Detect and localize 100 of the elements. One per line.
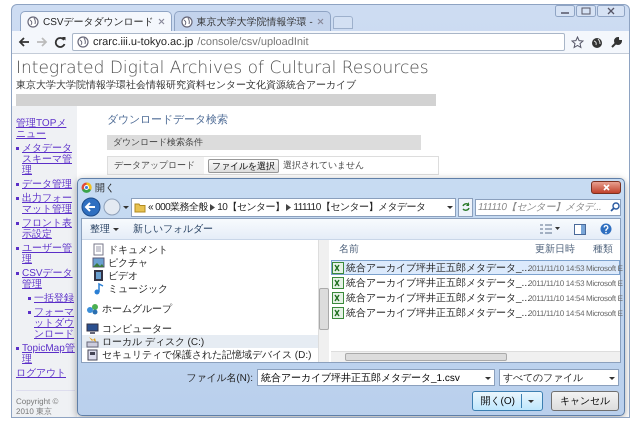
menu-link[interactable]: 管理TOPメニュー [16,118,75,140]
nav-item[interactable]: ホームグループ [82,302,318,315]
refresh-button[interactable] [458,198,473,216]
close-icon[interactable] [158,18,165,25]
page-heading: ダウンロードデータ検索 [107,112,229,127]
nav-item[interactable]: ミュージック [82,282,318,295]
star-icon[interactable] [571,36,584,48]
menu-link[interactable]: メタデータスキーマ管理 [22,143,75,176]
bullet-icon [16,272,19,275]
chevron-icon [210,204,216,210]
bullet-icon [28,297,31,300]
drive-icon [86,335,99,348]
menu-link[interactable]: データ管理 [22,179,72,190]
globe-icon[interactable] [590,36,604,48]
dropdown-icon[interactable] [447,205,453,209]
column-header[interactable]: 種類 [593,242,629,256]
nav-item[interactable]: コンピューター [82,322,318,335]
close-button[interactable] [591,181,621,194]
browser-tab[interactable]: CSVデータダウンロード [20,11,172,31]
column-header[interactable]: 名前 [339,242,535,256]
menu-link[interactable]: ユーザー管理 [22,243,75,265]
site-subtitle: 東京大学大学院情報学環社会情報研究資料センター文化資源統合アーカイブ [16,80,357,92]
nav-item[interactable]: ドキュメント [82,243,318,256]
bullet-icon [16,183,19,186]
reload-icon[interactable] [54,36,66,48]
search-icon [610,202,620,212]
choose-file-button[interactable]: ファイルを選択 [208,158,279,172]
menu-link[interactable]: フロント表示設定 [22,218,75,240]
open-button[interactable]: 開く(O) [472,391,543,411]
scrollbar[interactable] [318,240,329,362]
browser-tab[interactable]: 東京大学大学院情報学環 - [174,11,331,31]
menu-link[interactable]: 出力フォーマット管理 [22,193,75,215]
address-field[interactable]: crarc.iii.u-tokyo.ac.jp /console/csv/uploadInit [72,33,565,51]
spreadsheet-icon [332,292,344,304]
chevron-icon [286,204,292,210]
copyright-text: Copyright © 2010 東京 [16,390,75,417]
film-icon [92,269,105,282]
section-header: ダウンロード検索条件 [107,135,421,150]
globe-icon [180,16,193,28]
nav-item[interactable]: セキュリティで保護された記憶域デバイス (D:) [82,348,318,361]
refresh-icon [460,202,470,212]
close-icon [602,184,610,191]
monitor-icon [86,322,99,335]
logout-link[interactable]: ログアウト [16,368,75,379]
menu-link[interactable]: 一括登録 [34,293,74,304]
app-icon [81,182,92,193]
nav-item[interactable]: ローカル ディスク (C:) [82,335,318,348]
dialog-title: 開く [95,182,115,194]
back-button[interactable] [81,197,101,217]
bullet-icon [16,147,19,150]
preview-pane-icon[interactable] [574,224,586,234]
bullet-icon [16,247,19,250]
homegroup-icon [86,302,99,315]
wrench-icon[interactable] [610,36,623,48]
bullet-icon [28,311,31,314]
help-icon[interactable] [600,223,612,235]
column-header[interactable]: 更新日時 [535,242,593,256]
globe-icon [27,16,39,28]
spreadsheet-icon [332,307,344,319]
device-icon [86,348,99,361]
nav-item[interactable]: ピクチャ [82,256,318,269]
toolbar-button[interactable]: 整理 [90,222,119,236]
breadcrumb-item[interactable]: 111110【センター】メタデータ [293,200,426,214]
bullet-icon [16,197,19,200]
search-field[interactable]: 111110【センター】メタデ... [475,198,621,216]
site-title: Integrated Digital Archives of Cultural Resources [16,57,430,80]
view-icon[interactable] [540,224,560,234]
dropdown-icon [485,376,491,380]
dropdown-icon [609,376,615,380]
caret-icon [528,399,534,403]
folder-icon [134,202,146,212]
spreadsheet-icon [332,277,344,289]
bullet-icon [16,222,19,225]
file-type-select[interactable]: すべてのファイル [499,369,619,386]
nav-item[interactable]: ビデオ [82,269,318,282]
address-bar[interactable]: « 000業務全般 10【センター】 111110【センター】メタデータ [131,198,456,216]
document-icon [92,243,105,256]
menu-link[interactable]: TopicMap管理 [22,343,75,365]
scrollbar[interactable] [331,351,620,362]
field-label: データアップロード [108,157,204,174]
spreadsheet-icon [332,262,344,274]
file-status-text: 選択されていません [283,159,364,172]
picture-icon [92,256,105,269]
minimize-button[interactable] [555,5,575,17]
breadcrumb-item[interactable]: 000業務全般 [155,200,208,214]
filename-label: ファイル名(N): [186,372,253,384]
breadcrumb-item[interactable]: 10【センター】 [217,200,284,214]
globe-icon [77,36,89,48]
close-button[interactable] [597,5,625,17]
bullet-icon [16,347,19,350]
dropdown-icon[interactable] [123,205,129,209]
menu-link[interactable]: CSVデータ管理 [22,268,75,290]
breadcrumb-overflow[interactable]: « [148,202,154,212]
menu-link[interactable]: フォーマットダウンロード [34,307,75,340]
toolbar-button[interactable]: 新しいフォルダー [133,222,213,236]
back-icon[interactable] [18,36,30,48]
cancel-button[interactable]: キャンセル [551,391,619,411]
filename-field[interactable]: 統合アーカイブ坪井正五郎メタデータ_1.csv [257,369,495,386]
maximize-button[interactable] [576,5,596,17]
music-note-icon [92,282,105,295]
